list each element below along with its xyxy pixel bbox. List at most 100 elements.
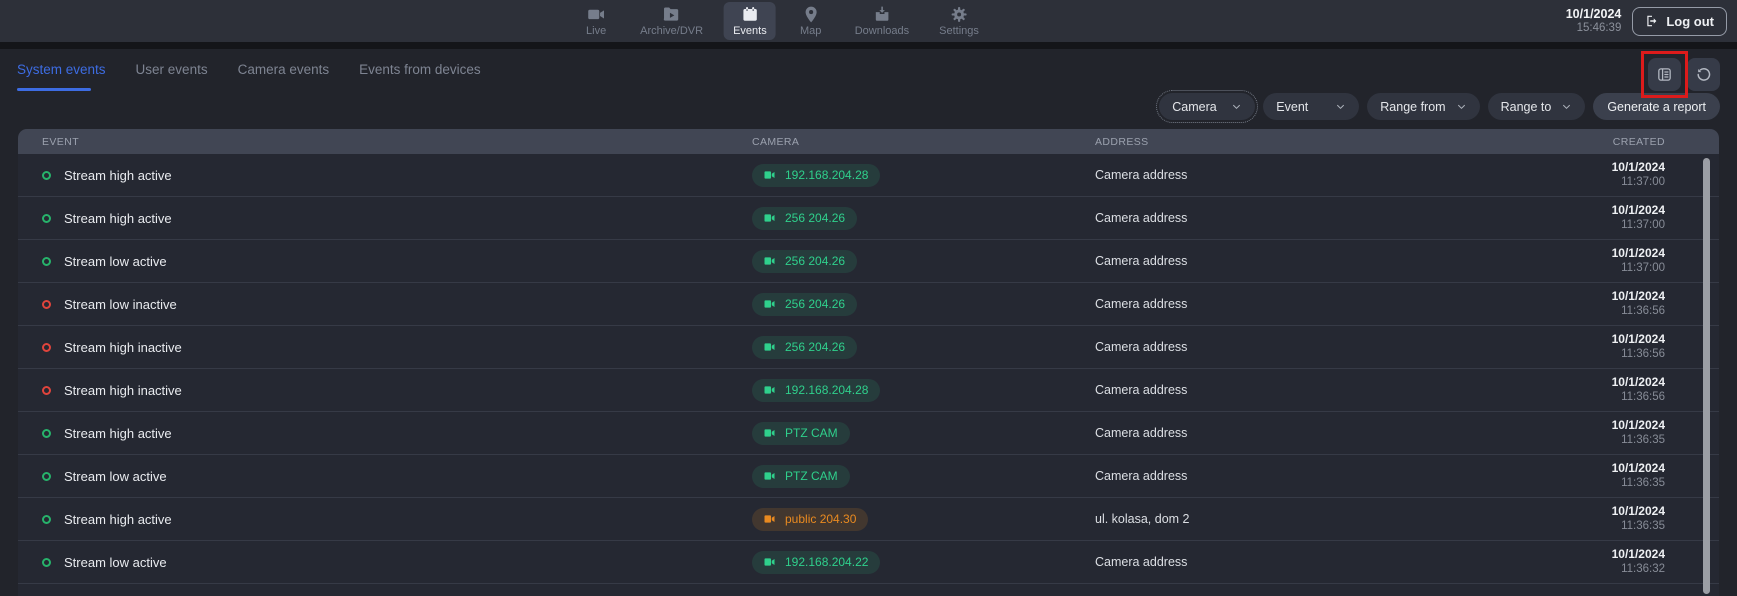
table-header: EVENT CAMERA ADDRESS CREATED [18, 129, 1719, 154]
nav-item-events[interactable]: Events [724, 2, 776, 40]
status-icon [42, 300, 51, 309]
table-row[interactable]: Stream high inactive 192.168.204.28 Came… [18, 369, 1719, 412]
camera-name: public 204.30 [785, 512, 856, 526]
camera-icon [762, 212, 777, 224]
tab-camera-events[interactable]: Camera events [238, 62, 330, 91]
nav-item-settings[interactable]: Settings [930, 2, 988, 40]
nav-item-downloads[interactable]: Downloads [846, 2, 918, 40]
table-row[interactable]: Stream high active 256 204.26 Camera add… [18, 197, 1719, 240]
refresh-button[interactable] [1687, 58, 1720, 91]
camera-badge[interactable]: 192.168.204.22 [752, 551, 880, 574]
created-date: 10/1/2024 [1515, 547, 1665, 563]
created-time: 11:36:35 [1515, 433, 1665, 448]
event-filter-label: Event [1276, 100, 1308, 114]
camera-name: 192.168.204.28 [785, 168, 868, 182]
camera-badge[interactable]: 256 204.26 [752, 207, 857, 230]
camera-icon [762, 384, 777, 396]
status-icon [42, 386, 51, 395]
range-to-label: Range to [1501, 100, 1552, 114]
created-date: 10/1/2024 [1515, 418, 1665, 434]
tab-system-events[interactable]: System events [17, 62, 106, 91]
camera-badge[interactable]: public 204.30 [752, 508, 868, 531]
nav-item-live[interactable]: Live [573, 2, 619, 40]
column-header-event: EVENT [42, 136, 752, 148]
camera-badge[interactable]: 192.168.204.28 [752, 164, 880, 187]
archive-folder-icon [662, 5, 681, 24]
downloads-icon [872, 5, 891, 24]
nav-label: Archive/DVR [640, 25, 703, 37]
tab-user-events[interactable]: User events [136, 62, 208, 91]
nav-item-map[interactable]: Map [788, 2, 834, 40]
logout-button[interactable]: Log out [1632, 7, 1727, 36]
camera-badge[interactable]: PTZ CAM [752, 465, 850, 488]
table-row[interactable]: Stream high active PTZ CAM Camera addres… [18, 412, 1719, 455]
nav-label: Downloads [855, 25, 909, 37]
camera-icon [762, 255, 777, 267]
report-journal-icon [1656, 66, 1673, 83]
camera-badge[interactable]: 256 204.26 [752, 250, 857, 273]
table-row[interactable]: Stream high active 192.168.204.28 Camera… [18, 154, 1719, 197]
created-date: 10/1/2024 [1515, 504, 1665, 520]
live-camera-icon [587, 5, 606, 24]
topbar-separator [0, 42, 1737, 49]
filters-row: Camera Event Range from Range to Generat… [0, 91, 1737, 129]
camera-badge[interactable]: 192.168.204.28 [752, 379, 880, 402]
generate-report-button[interactable]: Generate a report [1593, 93, 1720, 120]
table-row[interactable]: Stream high active public 204.30 ul. kol… [18, 498, 1719, 541]
status-icon [42, 343, 51, 352]
camera-icon [762, 427, 777, 439]
event-name: Stream low active [64, 469, 167, 484]
event-name: Stream low inactive [64, 297, 177, 312]
chevron-down-icon [1456, 101, 1467, 112]
status-icon [42, 472, 51, 481]
status-icon [42, 257, 51, 266]
camera-badge[interactable]: 256 204.26 [752, 293, 857, 316]
camera-name: 256 204.26 [785, 254, 845, 268]
camera-address: Camera address [1095, 297, 1515, 311]
column-header-created: CREATED [1515, 136, 1665, 148]
event-name: Stream high active [64, 211, 172, 226]
nav-label: Live [586, 25, 606, 37]
created-time: 11:37:00 [1515, 261, 1665, 276]
status-icon [42, 429, 51, 438]
camera-icon [762, 556, 777, 568]
range-to-dropdown[interactable]: Range to [1488, 93, 1586, 120]
camera-address: ul. kolasa, dom 2 [1095, 512, 1515, 526]
camera-name: 256 204.26 [785, 340, 845, 354]
nav-item-archive-dvr[interactable]: Archive/DVR [631, 2, 712, 40]
table-toolbar [1648, 58, 1720, 91]
nav-label: Events [733, 25, 767, 37]
camera-filter-dropdown[interactable]: Camera [1159, 93, 1255, 120]
camera-icon [762, 169, 777, 181]
settings-gear-icon [950, 5, 969, 24]
report-view-button[interactable] [1648, 58, 1681, 91]
table-row[interactable]: Stream low active PTZ CAM Camera address… [18, 455, 1719, 498]
vertical-scrollbar[interactable] [1703, 158, 1710, 594]
table-row[interactable]: Stream low active 256 204.26 Camera addr… [18, 240, 1719, 283]
table-row[interactable]: Stream high inactive 256 204.26 Camera a… [18, 326, 1719, 369]
created-date: 10/1/2024 [1515, 375, 1665, 391]
tab-events-from-devices[interactable]: Events from devices [359, 62, 481, 91]
camera-address: Camera address [1095, 426, 1515, 440]
event-name: Stream low active [64, 555, 167, 570]
camera-address: Camera address [1095, 168, 1515, 182]
camera-badge[interactable]: PTZ CAM [752, 422, 850, 445]
status-icon [42, 171, 51, 180]
tabs-row: System events User events Camera events … [0, 49, 1737, 91]
status-icon [42, 558, 51, 567]
logout-label: Log out [1666, 14, 1714, 29]
camera-name: 192.168.204.28 [785, 383, 868, 397]
column-header-address: ADDRESS [1095, 136, 1515, 148]
range-from-dropdown[interactable]: Range from [1367, 93, 1479, 120]
event-name: Stream low active [64, 254, 167, 269]
table-row[interactable]: Stream low inactive 256 204.26 Camera ad… [18, 283, 1719, 326]
current-date: 10/1/2024 [1566, 7, 1622, 22]
camera-icon [762, 341, 777, 353]
events-calendar-icon [740, 5, 759, 24]
created-date: 10/1/2024 [1515, 203, 1665, 219]
status-icon [42, 214, 51, 223]
camera-badge[interactable]: 256 204.26 [752, 336, 857, 359]
column-header-camera: CAMERA [752, 136, 1095, 148]
table-row[interactable]: Stream low active 192.168.204.22 Camera … [18, 541, 1719, 584]
event-filter-dropdown[interactable]: Event [1263, 93, 1359, 120]
